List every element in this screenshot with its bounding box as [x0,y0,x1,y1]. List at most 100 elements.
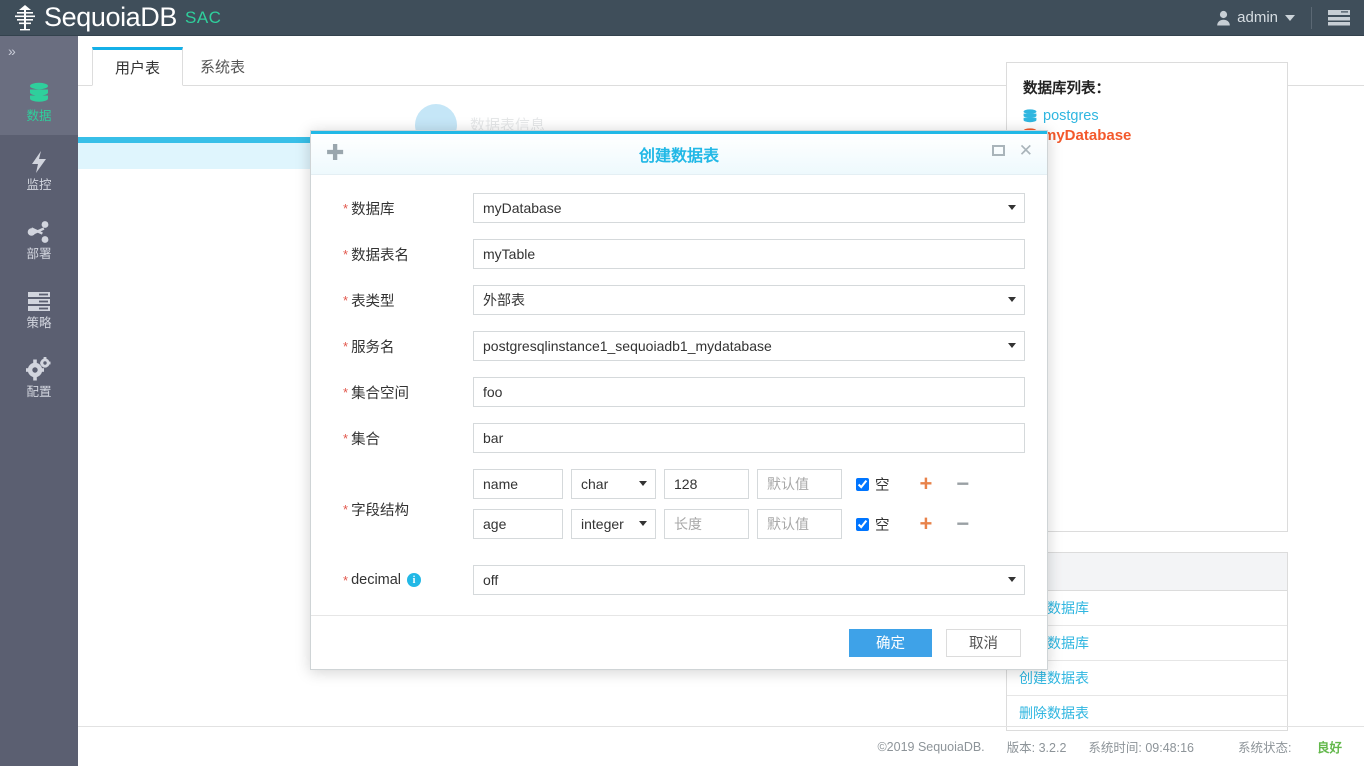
operation-create-database[interactable]: 创建数据库 [1007,591,1287,626]
dialog-footer: 确定 取消 [311,615,1047,669]
dialog-header: ✚ 创建数据表 ✕ [311,134,1047,175]
cancel-button[interactable]: 取消 [946,628,1021,657]
user-menu[interactable]: admin [1216,9,1295,26]
required-marker: * [343,572,349,588]
remove-field-button[interactable]: − [956,513,969,535]
label-decimal: * decimal i [333,572,473,588]
field-row: 空 + − [473,509,1025,539]
left-sidebar: » 数据 监控 部署 策略 配置 [0,36,78,766]
sidebar-label-config: 配置 [26,384,52,399]
maximize-icon[interactable] [991,145,1005,156]
brand-name: SequoiaDB [44,2,177,32]
list-icon [27,286,51,312]
field-name-input[interactable] [473,509,563,539]
field-length-input[interactable] [664,509,749,539]
operation-delete-database[interactable]: 删除数据库 [1007,626,1287,661]
operation-delete-table[interactable]: 删除数据表 [1007,696,1287,730]
operations-panel: 操作 创建数据库 删除数据库 创建数据表 删除数据表 [1006,552,1288,731]
sidebar-item-config[interactable]: 配置 [0,342,78,411]
field-type-select[interactable] [571,509,656,539]
control-decimal [473,565,1025,595]
sidebar-collapse-toggle[interactable]: » [0,36,78,66]
collection-space-input[interactable] [473,377,1025,407]
control-service-name [473,331,1025,361]
field-nullable-label: 空 [875,517,890,534]
label-table-type: * 表类型 [333,290,473,311]
brand-logo-group[interactable]: SequoiaDB SAC [0,2,221,33]
label-table-type-text: 表类型 [351,293,395,310]
database-icon [27,79,51,105]
brand-suffix: SAC [185,7,222,27]
top-header-bar: SequoiaDB SAC admin [0,0,1364,36]
menu-icon[interactable] [1328,9,1350,27]
sidebar-item-strategy[interactable]: 策略 [0,273,78,342]
form-row-collection-space: * 集合空间 [333,377,1025,407]
field-nullable-checkbox[interactable] [856,477,869,491]
tab-user-tables[interactable]: 用户表 [92,47,184,86]
sidebar-label-monitor: 监控 [26,177,52,192]
form-row-field-structure: * 字段结构 空 + − [333,469,1025,549]
footer-status-value: 良好 [1316,741,1342,755]
close-icon[interactable]: ✕ [1019,142,1033,159]
database-select[interactable] [473,193,1025,223]
add-field-button[interactable]: + [920,473,933,495]
sidebar-label-data: 数据 [26,108,52,123]
label-collection: * 集合 [333,428,473,449]
sequoia-tree-icon [10,4,40,32]
table-type-select[interactable] [473,285,1025,315]
control-collection-space [473,377,1025,407]
label-table-name-text: 数据表名 [351,247,410,264]
tab-system-tables[interactable]: 系统表 [178,47,267,86]
label-field-structure-text: 字段结构 [351,502,410,519]
remove-field-button[interactable]: − [956,473,969,495]
right-column: 数据库列表： postgres myDatabase 创建数据库 删除数据库 创… [1006,62,1288,751]
footer-copyright: ©2019 SequoiaDB. [877,739,985,754]
collection-input[interactable] [473,423,1025,453]
field-nullable-checkbox-group[interactable]: 空 [856,474,890,495]
required-marker: * [343,338,349,354]
footer-system-time: 系统时间: 09:48:16 [1088,741,1195,755]
label-service-name-text: 服务名 [351,339,395,356]
operation-create-table[interactable]: 创建数据表 [1007,661,1287,696]
field-nullable-checkbox[interactable] [856,517,869,531]
required-marker: * [343,246,349,262]
label-table-name: * 数据表名 [333,244,473,265]
status-footer: ©2019 SequoiaDB. 版本: 3.2.2 系统时间: 09:48:1… [78,726,1364,766]
control-table-name [473,239,1025,269]
share-icon [27,217,51,243]
person-icon [1216,10,1231,26]
sidebar-item-monitor[interactable]: 监控 [0,135,78,204]
table-name-input[interactable] [473,239,1025,269]
field-nullable-label: 空 [875,477,890,494]
confirm-button[interactable]: 确定 [849,628,932,657]
database-name: postgres [1043,108,1099,124]
add-field-button[interactable]: + [920,513,933,535]
tab-user-tables-label: 用户表 [115,60,161,77]
info-icon[interactable]: i [407,573,422,587]
label-collection-space-text: 集合空间 [351,385,410,402]
label-field-structure: * 字段结构 [333,499,473,520]
field-length-input[interactable] [664,469,749,499]
service-name-select[interactable] [473,331,1025,361]
required-marker: * [343,200,349,216]
field-type-select[interactable] [571,469,656,499]
chevron-down-icon [1285,14,1295,21]
decimal-select[interactable] [473,565,1025,595]
footer-status-label: 系统状态: [1238,741,1292,755]
plus-icon: ✚ [326,140,345,165]
database-list-item-mydatabase[interactable]: myDatabase [1023,127,1271,144]
form-row-service-name: * 服务名 [333,331,1025,361]
control-database [473,193,1025,223]
label-collection-text: 集合 [351,431,381,448]
bolt-icon [28,148,50,174]
field-name-input[interactable] [473,469,563,499]
sidebar-item-data[interactable]: 数据 [0,66,78,135]
sidebar-item-deploy[interactable]: 部署 [0,204,78,273]
field-structure-rows: 空 + − 空 + [473,469,1025,549]
header-right-group: admin [1216,6,1364,29]
field-default-input[interactable] [757,509,842,539]
field-default-input[interactable] [757,469,842,499]
database-list-item-postgres[interactable]: postgres [1023,108,1271,124]
user-name: admin [1237,9,1278,26]
field-nullable-checkbox-group[interactable]: 空 [856,514,890,535]
